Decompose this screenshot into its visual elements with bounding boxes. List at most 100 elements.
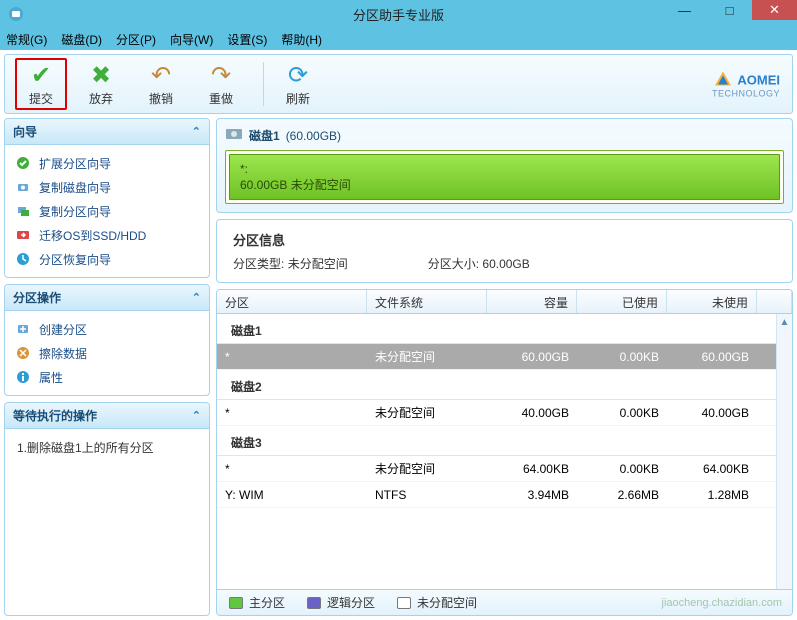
legend-bar: 主分区 逻辑分区 未分配空间 jiaocheng.chazidian.com bbox=[217, 589, 792, 615]
grid-disk-group[interactable]: 磁盘3 bbox=[217, 426, 792, 456]
menu-general[interactable]: 常规(G) bbox=[6, 31, 47, 48]
discard-button[interactable]: ✖ 放弃 bbox=[75, 58, 127, 110]
legend-logical: 逻辑分区 bbox=[307, 594, 375, 611]
sidebar-item-properties[interactable]: 属性 bbox=[9, 365, 205, 389]
table-row[interactable]: *未分配空间60.00GB0.00KB60.00GB bbox=[217, 344, 792, 370]
window-title: 分区助手专业版 bbox=[353, 5, 444, 24]
info-type-label: 分区类型: bbox=[233, 257, 284, 271]
chevron-up-icon: ⌃ bbox=[192, 409, 201, 422]
toolbar-separator bbox=[263, 62, 264, 106]
window-controls: — □ ✕ bbox=[662, 0, 797, 20]
cell-filesystem: NTFS bbox=[367, 488, 487, 502]
menu-settings[interactable]: 设置(S) bbox=[227, 31, 267, 48]
info-title: 分区信息 bbox=[233, 230, 776, 249]
scrollbar[interactable]: ▲ bbox=[776, 314, 792, 589]
sidebar-item-migrate-os[interactable]: 迁移OS到SSD/HDD bbox=[9, 223, 205, 247]
sidebar-item-label: 分区恢复向导 bbox=[39, 251, 111, 268]
segment-desc: 60.00GB 未分配空间 bbox=[240, 177, 769, 193]
maximize-button[interactable]: □ bbox=[707, 0, 752, 20]
sidebar-item-label: 扩展分区向导 bbox=[39, 155, 111, 172]
col-free[interactable]: 未使用 bbox=[667, 290, 757, 313]
disk-map-panel: 磁盘1 (60.00GB) *: 60.00GB 未分配空间 bbox=[216, 118, 793, 213]
sidebar-item-label: 擦除数据 bbox=[39, 345, 87, 362]
info-size-label: 分区大小: bbox=[428, 257, 479, 271]
grid-disk-group[interactable]: 磁盘1 bbox=[217, 314, 792, 344]
minimize-button[interactable]: — bbox=[662, 0, 707, 20]
cell-partition: * bbox=[217, 350, 367, 364]
discard-label: 放弃 bbox=[89, 90, 113, 107]
cell-capacity: 60.00GB bbox=[487, 350, 577, 364]
cell-capacity: 64.00KB bbox=[487, 462, 577, 476]
cell-partition: Y: WIM bbox=[217, 488, 367, 502]
col-capacity[interactable]: 容量 bbox=[487, 290, 577, 313]
chevron-up-icon: ⌃ bbox=[192, 125, 201, 138]
scroll-up-icon[interactable]: ▲ bbox=[777, 314, 792, 330]
disk-bar[interactable]: *: 60.00GB 未分配空间 bbox=[225, 150, 784, 204]
chevron-up-icon: ⌃ bbox=[192, 291, 201, 304]
info-size-value: 60.00GB bbox=[482, 257, 529, 271]
menu-disk[interactable]: 磁盘(D) bbox=[61, 31, 102, 48]
partition-info-panel: 分区信息 分区类型: 未分配空间 分区大小: 60.00GB bbox=[216, 219, 793, 283]
sidebar-item-recover-partition[interactable]: 分区恢复向导 bbox=[9, 247, 205, 271]
create-icon bbox=[15, 321, 31, 337]
wizard-panel-header[interactable]: 向导 ⌃ bbox=[5, 119, 209, 145]
pending-panel-header[interactable]: 等待执行的操作 ⌃ bbox=[5, 403, 209, 429]
table-row[interactable]: *未分配空间40.00GB0.00KB40.00GB bbox=[217, 400, 792, 426]
redo-button[interactable]: ↷ 重做 bbox=[195, 58, 247, 110]
col-used[interactable]: 已使用 bbox=[577, 290, 667, 313]
logo-icon bbox=[713, 70, 733, 90]
cell-used: 0.00KB bbox=[577, 462, 667, 476]
sidebar-item-copy-partition[interactable]: 复制分区向导 bbox=[9, 199, 205, 223]
menu-wizard[interactable]: 向导(W) bbox=[170, 31, 213, 48]
menu-help[interactable]: 帮助(H) bbox=[281, 31, 322, 48]
brand-logo: AOMEI TECHNOLOGY bbox=[712, 70, 780, 99]
col-filesystem[interactable]: 文件系统 bbox=[367, 290, 487, 313]
legend-primary-label: 主分区 bbox=[249, 594, 285, 611]
disk-drive-icon bbox=[225, 127, 243, 144]
redo-label: 重做 bbox=[209, 90, 233, 107]
info-type-value: 未分配空间 bbox=[288, 257, 348, 271]
swatch-primary bbox=[229, 597, 243, 609]
ops-panel-header[interactable]: 分区操作 ⌃ bbox=[5, 285, 209, 311]
pending-operation-text: 1.删除磁盘1上的所有分区 bbox=[5, 429, 209, 466]
migrate-icon bbox=[15, 227, 31, 243]
cell-free: 1.28MB bbox=[667, 488, 757, 502]
pending-panel: 等待执行的操作 ⌃ 1.删除磁盘1上的所有分区 bbox=[4, 402, 210, 616]
sidebar-item-label: 复制分区向导 bbox=[39, 203, 111, 220]
cell-filesystem: 未分配空间 bbox=[367, 404, 487, 421]
table-row[interactable]: Y: WIMNTFS3.94MB2.66MB1.28MB bbox=[217, 482, 792, 508]
sidebar-item-create-partition[interactable]: 创建分区 bbox=[9, 317, 205, 341]
refresh-button[interactable]: ⟳ 刷新 bbox=[272, 58, 324, 110]
sidebar-item-label: 创建分区 bbox=[39, 321, 87, 338]
grid-body[interactable]: 磁盘1*未分配空间60.00GB0.00KB60.00GB磁盘2*未分配空间40… bbox=[217, 314, 792, 589]
cell-partition: * bbox=[217, 462, 367, 476]
legend-primary: 主分区 bbox=[229, 594, 285, 611]
recover-icon bbox=[15, 251, 31, 267]
ops-panel-title: 分区操作 bbox=[13, 289, 61, 306]
grid-header: 分区 文件系统 容量 已使用 未使用 bbox=[217, 290, 792, 314]
sidebar: 向导 ⌃ 扩展分区向导 复制磁盘向导 复制分区向导 迁移OS到SSD/HDD 分… bbox=[4, 118, 210, 616]
table-row[interactable]: *未分配空间64.00KB0.00KB64.00KB bbox=[217, 456, 792, 482]
close-button[interactable]: ✕ bbox=[752, 0, 797, 20]
sidebar-item-wipe-data[interactable]: 擦除数据 bbox=[9, 341, 205, 365]
logo-name: AOMEI bbox=[737, 73, 780, 86]
grid-disk-group[interactable]: 磁盘2 bbox=[217, 370, 792, 400]
commit-button[interactable]: ✔ 提交 bbox=[15, 58, 67, 110]
sidebar-item-label: 迁移OS到SSD/HDD bbox=[39, 227, 146, 244]
undo-button[interactable]: ↶ 撤销 bbox=[135, 58, 187, 110]
wipe-icon bbox=[15, 345, 31, 361]
sidebar-item-copy-disk[interactable]: 复制磁盘向导 bbox=[9, 175, 205, 199]
segment-label: *: bbox=[240, 161, 769, 177]
cell-used: 2.66MB bbox=[577, 488, 667, 502]
sidebar-item-extend-partition[interactable]: 扩展分区向导 bbox=[9, 151, 205, 175]
disk-segment-unallocated[interactable]: *: 60.00GB 未分配空间 bbox=[229, 154, 780, 200]
cell-used: 0.00KB bbox=[577, 350, 667, 364]
properties-icon bbox=[15, 369, 31, 385]
check-icon: ✔ bbox=[31, 62, 51, 90]
menu-partition[interactable]: 分区(P) bbox=[116, 31, 156, 48]
cell-capacity: 3.94MB bbox=[487, 488, 577, 502]
col-partition[interactable]: 分区 bbox=[217, 290, 367, 313]
cell-used: 0.00KB bbox=[577, 406, 667, 420]
refresh-icon: ⟳ bbox=[288, 62, 308, 90]
content-area: 磁盘1 (60.00GB) *: 60.00GB 未分配空间 分区信息 分区类型… bbox=[216, 118, 793, 616]
